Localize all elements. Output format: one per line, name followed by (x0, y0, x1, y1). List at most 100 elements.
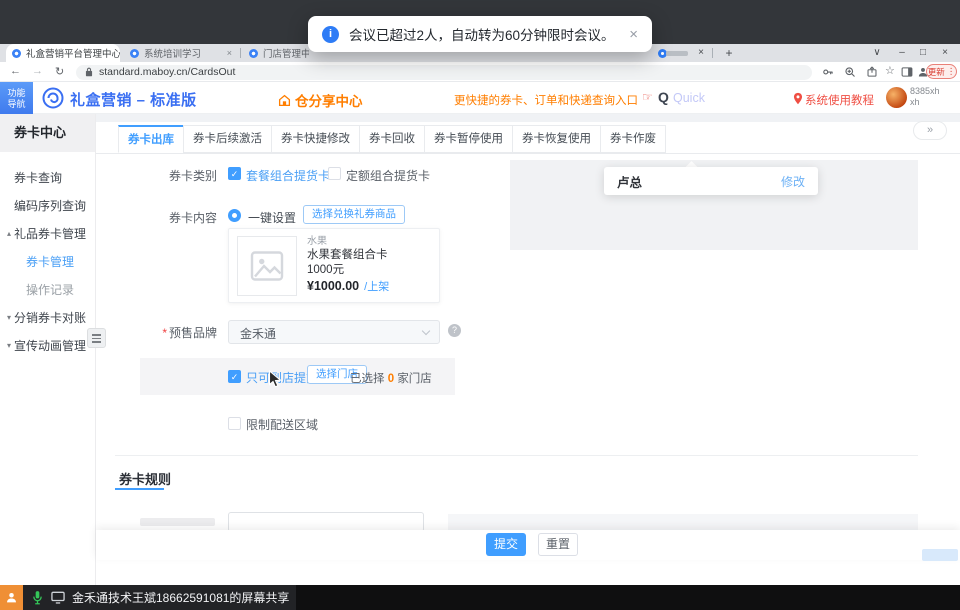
share-center-link[interactable]: 仓分享中心 (278, 90, 363, 110)
new-tab-button[interactable]: + (722, 45, 736, 61)
browser-tab-gift-admin[interactable]: 礼盒营销平台管理中心 × (6, 44, 120, 62)
screen-share-text: 金禾通技术王斌18662591081的屏幕共享 (72, 589, 289, 606)
fixed-amount-option-label[interactable]: 定额组合提货卡 (346, 167, 430, 184)
submit-button[interactable]: 提交 (486, 533, 526, 556)
browser-tab-store-admin[interactable]: 门店管理中心 (243, 44, 309, 62)
sidebar-item-code-sequence-query[interactable]: 编码序列查询 (0, 192, 95, 220)
sidebar-item-operation-log[interactable]: 操作记录 (0, 276, 95, 304)
tab-favicon (12, 49, 21, 58)
one-click-setting-label[interactable]: 一键设置 (248, 209, 296, 226)
browser-tab-partial[interactable] (652, 44, 694, 62)
tab-label: 券卡快捷修改 (281, 133, 350, 145)
set-meal-checkbox[interactable]: ✓ (228, 167, 241, 180)
tab-card-recycle[interactable]: 券卡回收 (359, 125, 425, 153)
window-minimize-button[interactable]: – (895, 45, 909, 61)
bookmark-star-icon[interactable]: ☆ (885, 64, 895, 77)
sidebar-item-label: 券卡管理 (26, 248, 74, 276)
forward-icon[interactable]: → (32, 65, 43, 77)
fixed-amount-checkbox[interactable] (328, 167, 341, 180)
screen: 礼盒营销平台管理中心 × 系统培训学习 × 门店管理中心 × + ∨ – □ ×… (0, 0, 960, 610)
reload-icon[interactable]: ↻ (55, 65, 64, 78)
cutoff-input-field[interactable] (228, 512, 424, 532)
tab-label: 券卡后续激活 (193, 133, 262, 145)
browser-tab-title: 系统培训学习 (144, 46, 201, 60)
quick-search-q-icon[interactable]: Q (658, 89, 669, 105)
tab-label: 券卡出库 (128, 134, 174, 146)
browser-tab-training[interactable]: 系统培训学习 × (124, 44, 238, 62)
sidebar-item-card-query[interactable]: 券卡查询 (0, 164, 95, 192)
sidebar-drawer-handle[interactable] (87, 328, 106, 348)
tab-close-icon[interactable]: × (227, 48, 232, 58)
limit-delivery-label[interactable]: 限制配送区域 (246, 416, 318, 433)
chrome-update-button[interactable]: 更新 ⋮ (926, 64, 957, 79)
product-status-link[interactable]: /上架 (364, 281, 389, 293)
chevron-down-icon (422, 327, 430, 335)
cutoff-label-placeholder (140, 518, 215, 526)
browser-tab-title: 门店管理中心 (263, 46, 309, 60)
user-avatar[interactable] (886, 87, 907, 108)
set-meal-option-label[interactable]: 套餐组合提货卡 (246, 167, 330, 184)
choose-goods-button[interactable]: 选择兑换礼券商品 (303, 205, 405, 224)
app-header: 功能 导航 礼盒营销 – 标准版 仓分享中心 更快捷的券卡、订单和快递查询入口 … (0, 82, 960, 114)
section-active-indicator (115, 488, 164, 490)
url-text: standard.maboy.cn/CardsOut (99, 66, 235, 78)
sidebar-item-label: 券卡查询 (14, 164, 62, 192)
tab-close-icon[interactable]: × (694, 45, 708, 61)
image-placeholder-icon (249, 248, 285, 284)
back-icon[interactable]: ← (10, 65, 21, 77)
side-panel-icon[interactable] (901, 66, 913, 78)
sidebar-item-label: 编码序列查询 (14, 192, 86, 220)
browser-toolbar: ← → ↻ standard.maboy.cn/CardsOut ☆ 更新 ⋮ (0, 62, 960, 82)
sidebar-item-card-management[interactable]: 券卡管理 (0, 248, 95, 276)
tab-card-later-activate[interactable]: 券卡后续激活 (183, 125, 272, 153)
page-background-strip (96, 114, 960, 122)
tab-favicon (130, 49, 139, 58)
modify-link[interactable]: 修改 (781, 173, 805, 190)
reset-button[interactable]: 重置 (538, 533, 578, 556)
tab-card-resume[interactable]: 券卡恢复使用 (512, 125, 601, 153)
limit-delivery-checkbox[interactable] (228, 417, 241, 430)
brand-select[interactable]: 金禾通 (228, 320, 440, 344)
tab-search-icon[interactable]: ∨ (870, 45, 884, 61)
address-bar[interactable]: standard.maboy.cn/CardsOut (76, 65, 812, 80)
required-mark: * (162, 326, 167, 340)
sidebar-group-promo-animation[interactable]: ▾宣传动画管理 (0, 332, 95, 360)
screen-share-chip: 金禾通技术王斌18662591081的屏幕共享 (0, 585, 296, 610)
share-icon[interactable] (866, 66, 878, 78)
zoom-icon[interactable] (844, 66, 856, 78)
check-icon: ✓ (231, 169, 239, 179)
sharer-avatar (0, 585, 23, 610)
sidebar-group-distribution-reconciliation[interactable]: ▾分销券卡对账 (0, 304, 95, 332)
card-rules-title: 券卡规则 (119, 469, 171, 488)
tab-card-quick-edit[interactable]: 券卡快捷修改 (271, 125, 360, 153)
tutorial-link[interactable]: 系统使用教程 (805, 92, 874, 108)
collapse-panel-button[interactable]: » (913, 121, 947, 140)
key-icon[interactable] (822, 66, 834, 78)
pickup-only-checkbox[interactable]: ✓ (228, 370, 241, 383)
tab-label: 券卡暂停使用 (434, 133, 503, 145)
product-card: 水果 水果套餐组合卡 1000元 ¥1000.00/上架 (228, 228, 440, 303)
toast-close-icon[interactable]: × (629, 26, 638, 43)
sidebar-title: 券卡中心 (0, 114, 95, 152)
section-divider (115, 455, 918, 456)
tab-card-suspend[interactable]: 券卡暂停使用 (424, 125, 513, 153)
meeting-toast: i 会议已超过2人，自动转为60分钟限时会议。 × (308, 16, 652, 52)
window-maximize-button[interactable]: □ (916, 45, 930, 61)
info-icon: i (322, 26, 339, 43)
product-spec: 1000元 (307, 263, 389, 278)
form-footer: 提交 重置 (96, 530, 960, 560)
tab-card-outbound[interactable]: 券卡出库 (118, 125, 184, 153)
brand-label-text: 预售品牌 (169, 326, 217, 340)
sidebar-group-gift-card-mgmt[interactable]: ▴礼品券卡管理 (0, 220, 95, 248)
function-nav-toggle[interactable]: 功能 导航 (0, 82, 33, 114)
brand-select-value: 金禾通 (240, 325, 276, 342)
window-close-button[interactable]: × (938, 45, 952, 61)
person-icon (5, 591, 18, 604)
tab-card-void[interactable]: 券卡作废 (600, 125, 666, 153)
quick-search-label[interactable]: Quick (673, 91, 705, 105)
brand-logo-icon (42, 87, 64, 109)
tab-title-faint (666, 51, 688, 56)
one-click-radio[interactable] (228, 209, 241, 222)
quick-entry-text[interactable]: 更快捷的券卡、订单和快递查询入口 (454, 92, 638, 108)
help-icon[interactable]: ? (448, 324, 461, 337)
